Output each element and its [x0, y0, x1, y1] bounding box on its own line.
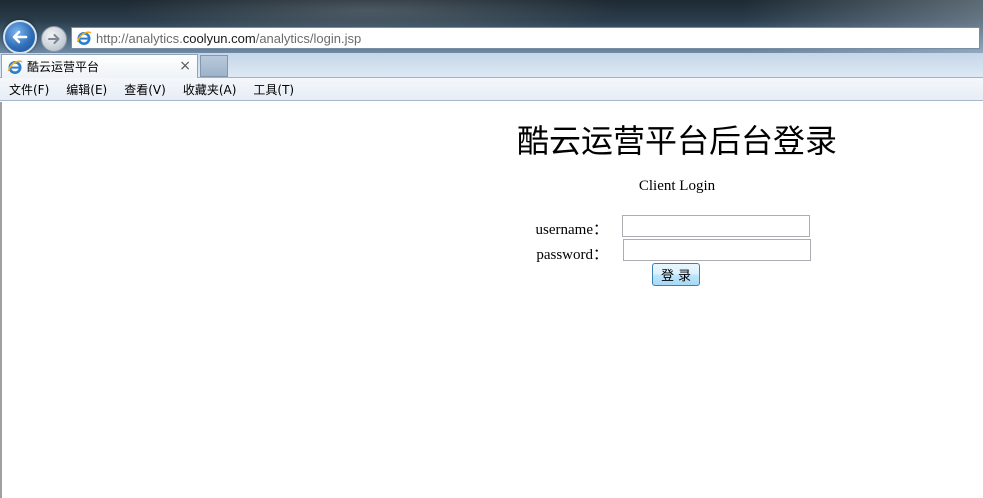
menu-edit[interactable]: 编辑(E): [57, 81, 115, 98]
tab-close-icon[interactable]: ×: [179, 58, 191, 74]
tab-active[interactable]: 酷云运营平台 ×: [1, 54, 198, 78]
menu-file[interactable]: 文件(F): [0, 81, 57, 98]
address-prefix: http://analytics.: [96, 30, 183, 46]
tab-title: 酷云运营平台: [27, 60, 100, 74]
back-button[interactable]: [3, 20, 37, 53]
forward-button[interactable]: [41, 26, 67, 52]
address-bar[interactable]: http://analytics.coolyun.com/analytics/l…: [71, 27, 980, 49]
page-title: 酷云运营平台后台登录: [516, 122, 837, 160]
password-label: password：: [536, 247, 608, 263]
back-arrow-icon: [12, 30, 28, 44]
menu-tools[interactable]: 工具(T): [244, 81, 302, 98]
new-tab-button[interactable]: [200, 55, 228, 77]
address-domain: coolyun.com: [182, 30, 256, 46]
menu-bar: 文件(F) 编辑(E) 查看(V) 收藏夹(A) 工具(T): [0, 78, 983, 101]
page-content: 酷云运营平台后台登录 Client Login username： passwo…: [0, 102, 983, 498]
address-path: /analytics/login.jsp: [255, 30, 362, 46]
forward-arrow-icon: [48, 34, 60, 44]
browser-toolbar: http://analytics.coolyun.com/analytics/l…: [0, 0, 983, 53]
address-url[interactable]: http://analytics.coolyun.com/analytics/l…: [96, 31, 361, 46]
menu-favorites[interactable]: 收藏夹(A): [174, 81, 245, 98]
menu-view[interactable]: 查看(V): [115, 81, 174, 98]
username-label: username：: [535, 222, 608, 238]
page-subtitle: Client Login: [638, 178, 716, 194]
username-input[interactable]: [622, 215, 810, 237]
ie-logo-icon: [76, 31, 92, 45]
tab-strip: 酷云运营平台 ×: [0, 53, 983, 78]
login-button[interactable]: 登录: [652, 263, 700, 286]
browser-window: http://analytics.coolyun.com/analytics/l…: [0, 0, 983, 498]
password-input[interactable]: [623, 239, 811, 261]
ie-logo-icon: [7, 59, 23, 74]
